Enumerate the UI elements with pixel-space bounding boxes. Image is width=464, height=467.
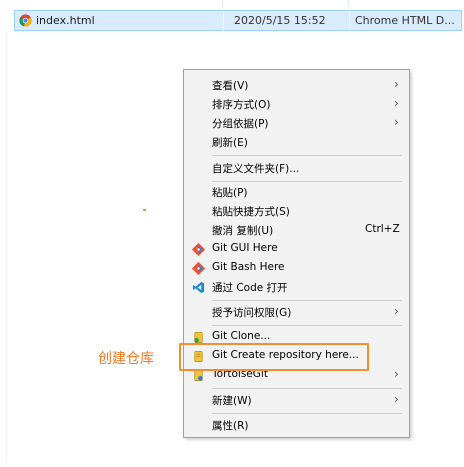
- menu-item-label: 授予访问权限(G): [212, 307, 292, 319]
- menu-separator: [212, 388, 402, 389]
- row-divider: [223, 11, 224, 32]
- menu-item-label: 排序方式(O): [212, 99, 271, 111]
- menu-separator: [212, 155, 402, 156]
- menu-item-group-by[interactable]: 分组依据(P) ›: [184, 114, 409, 133]
- menu-item-label: 撤消 复制(U): [212, 225, 274, 237]
- menu-item-label: Git Bash Here: [212, 261, 285, 273]
- file-type: Chrome HTML D...: [355, 14, 455, 27]
- file-list-header: [0, 0, 464, 6]
- git-icon: [192, 243, 205, 256]
- cursor-mark: [143, 209, 146, 211]
- row-divider: [349, 11, 350, 32]
- menu-item-view[interactable]: 查看(V) ›: [184, 76, 409, 95]
- menu-item-git-gui[interactable]: Git GUI Here: [184, 240, 409, 259]
- chevron-right-icon: ›: [394, 367, 399, 381]
- menu-item-new[interactable]: 新建(W) ›: [184, 391, 409, 410]
- chevron-right-icon: ›: [394, 392, 399, 406]
- menu-item-give-access[interactable]: 授予访问权限(G) ›: [184, 303, 409, 322]
- column-divider[interactable]: [222, 0, 223, 6]
- chevron-right-icon: ›: [394, 304, 399, 318]
- file-modified: 2020/5/15 15:52: [234, 14, 326, 27]
- chevron-right-icon: ›: [394, 96, 399, 110]
- menu-item-label: 刷新(E): [212, 137, 248, 149]
- menu-separator: [212, 325, 402, 326]
- chevron-right-icon: ›: [394, 77, 399, 91]
- git-icon: [192, 262, 205, 275]
- menu-item-label: 查看(V): [212, 80, 249, 92]
- vscode-icon: [192, 281, 205, 294]
- chrome-icon: [19, 14, 32, 27]
- menu-separator: [212, 300, 402, 301]
- menu-item-refresh[interactable]: 刷新(E): [184, 133, 409, 152]
- menu-separator: [212, 413, 402, 414]
- chevron-right-icon: ›: [394, 115, 399, 129]
- column-divider[interactable]: [348, 0, 349, 6]
- context-menu: 查看(V) › 排序方式(O) › 分组依据(P) › 刷新(E) 自定义文件夹…: [183, 69, 410, 438]
- menu-item-customize-folder[interactable]: 自定义文件夹(F)...: [184, 159, 409, 178]
- file-row-index-html[interactable]: index.html 2020/5/15 15:52 Chrome HTML D…: [14, 10, 462, 32]
- menu-item-sort-by[interactable]: 排序方式(O) ›: [184, 95, 409, 114]
- pane-divider: [6, 32, 7, 462]
- menu-item-label: 粘贴快捷方式(S): [212, 206, 290, 218]
- menu-item-shortcut: Ctrl+Z: [365, 223, 400, 235]
- annotation-label: 创建仓库: [98, 351, 154, 367]
- menu-item-label: 分组依据(P): [212, 118, 269, 130]
- menu-item-open-with-code[interactable]: 通过 Code 打开: [184, 278, 409, 297]
- menu-item-label: Git GUI Here: [212, 242, 278, 254]
- menu-separator: [212, 181, 402, 182]
- menu-item-label: 新建(W): [212, 395, 252, 407]
- annotation-highlight-box: [179, 343, 369, 371]
- menu-item-label: Git Clone...: [212, 330, 271, 342]
- file-name: index.html: [36, 14, 95, 27]
- menu-item-paste[interactable]: 粘贴(P): [184, 183, 409, 202]
- menu-item-paste-shortcut[interactable]: 粘贴快捷方式(S): [184, 202, 409, 221]
- menu-item-label: 属性(R): [212, 420, 249, 432]
- menu-item-label: 粘贴(P): [212, 187, 248, 199]
- menu-item-git-bash[interactable]: Git Bash Here: [184, 259, 409, 278]
- menu-item-label: 通过 Code 打开: [212, 282, 288, 294]
- menu-item-undo-copy[interactable]: 撤消 复制(U) Ctrl+Z: [184, 221, 409, 240]
- menu-item-label: 自定义文件夹(F)...: [212, 163, 300, 175]
- menu-item-properties[interactable]: 属性(R): [184, 416, 409, 435]
